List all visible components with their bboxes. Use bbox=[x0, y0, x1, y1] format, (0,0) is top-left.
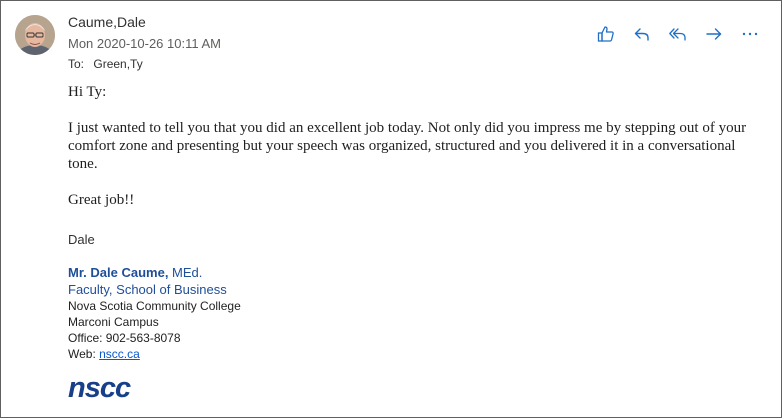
more-icon bbox=[742, 32, 758, 36]
recipient-line: To: Green,Ty bbox=[68, 57, 143, 71]
message-actions bbox=[595, 23, 761, 45]
body-paragraph: I just wanted to tell you that you did a… bbox=[68, 120, 747, 172]
more-actions-button[interactable] bbox=[739, 23, 761, 45]
reply-button[interactable] bbox=[631, 23, 653, 45]
reply-all-button[interactable] bbox=[667, 23, 689, 45]
signoff: Dale bbox=[68, 232, 95, 247]
recipient-name[interactable]: Green,Ty bbox=[93, 57, 142, 71]
signature-office: Office: 902-563-8078 bbox=[68, 331, 181, 345]
signature-college: Nova Scotia Community College bbox=[68, 299, 241, 313]
reply-icon bbox=[634, 28, 649, 41]
like-button[interactable] bbox=[595, 23, 617, 45]
closing-line: Great job!! bbox=[68, 192, 135, 208]
greeting: Hi Ty: bbox=[68, 84, 107, 100]
reply-all-icon bbox=[669, 28, 686, 41]
forward-button[interactable] bbox=[703, 23, 725, 45]
avatar[interactable] bbox=[15, 15, 55, 55]
forward-icon bbox=[706, 28, 722, 40]
sent-date: Mon 2020-10-26 10:11 AM bbox=[68, 36, 221, 51]
signature-web: Web: nscc.ca bbox=[68, 346, 241, 362]
email-signature: Mr. Dale Caume, MEd. Faculty, School of … bbox=[68, 265, 241, 362]
web-link[interactable]: nscc.ca bbox=[99, 347, 140, 361]
web-label: Web: bbox=[68, 347, 100, 361]
sender-name[interactable]: Caume,Dale bbox=[68, 14, 146, 30]
avatar-photo bbox=[15, 15, 55, 55]
email-reading-pane: Caume,Dale Mon 2020-10-26 10:11 AM To: G… bbox=[0, 0, 782, 418]
logo-text: nscc bbox=[68, 373, 131, 401]
message-body: Hi Ty: I just wanted to tell you that yo… bbox=[68, 83, 761, 225]
signature-campus: Marconi Campus bbox=[68, 315, 159, 329]
to-label: To: bbox=[68, 57, 85, 71]
signature-credential: MEd. bbox=[168, 265, 203, 280]
nscc-logo: nscc bbox=[68, 373, 132, 401]
thumbs-up-icon bbox=[597, 26, 614, 42]
signature-faculty: Faculty, School of Business bbox=[68, 282, 227, 297]
signature-name-bold: Mr. Dale Caume, bbox=[68, 265, 169, 280]
signature-name: Mr. Dale Caume, MEd. bbox=[68, 265, 241, 281]
